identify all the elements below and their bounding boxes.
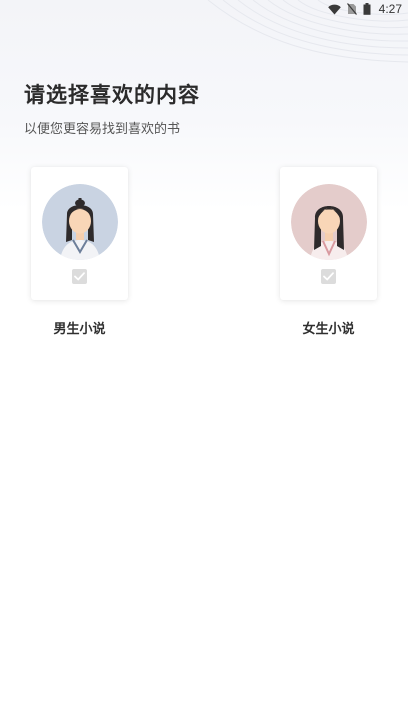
status-bar: 4:27 — [0, 0, 408, 18]
category-label-male[interactable]: 男生小说 — [31, 318, 128, 337]
battery-icon — [363, 3, 371, 15]
background-decoration — [207, 0, 408, 63]
category-card-male[interactable] — [31, 167, 128, 300]
category-card-female[interactable] — [280, 167, 377, 300]
check-icon — [74, 272, 85, 281]
female-avatar-icon — [291, 184, 367, 260]
category-checkbox-male[interactable] — [72, 269, 87, 284]
category-checkbox-female[interactable] — [321, 269, 336, 284]
screen: 4:27 请选择喜欢的内容 以便您更容易找到喜欢的书 男生小说 女生小说 — [0, 0, 408, 727]
no-sim-icon — [346, 3, 357, 15]
page-subtitle: 以便您更容易找到喜欢的书 — [24, 122, 181, 137]
page-title: 请选择喜欢的内容 — [24, 83, 200, 107]
category-label-female[interactable]: 女生小说 — [280, 318, 377, 337]
status-time: 4:27 — [378, 2, 402, 16]
wifi-icon — [327, 4, 341, 15]
male-avatar-icon — [42, 184, 118, 260]
check-icon — [323, 272, 334, 281]
